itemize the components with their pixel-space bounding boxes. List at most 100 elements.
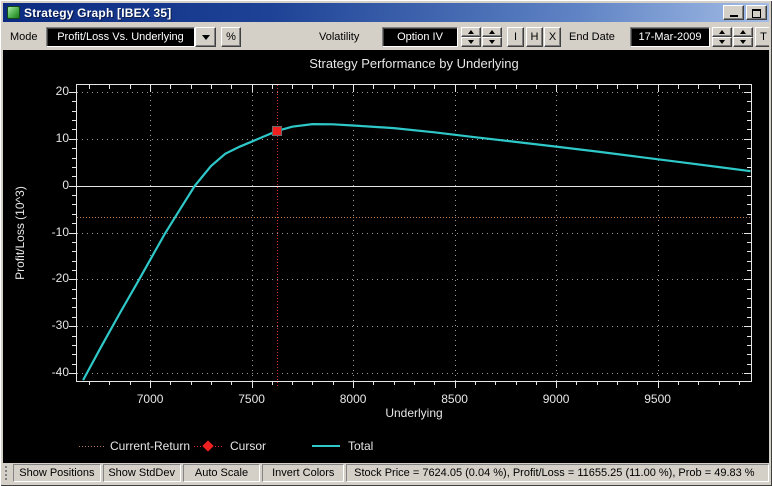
cursor-marker[interactable] <box>272 127 281 136</box>
spinner-up-button[interactable] <box>733 27 753 37</box>
spinner-down-button[interactable] <box>733 37 753 47</box>
y-tick <box>69 138 76 140</box>
arrow-down-icon <box>468 40 474 44</box>
x-tick <box>129 381 131 385</box>
x-tick <box>271 381 273 385</box>
t-button[interactable]: T <box>755 27 769 47</box>
legend: Current-Return Cursor Total <box>3 438 769 456</box>
y-tick-label: -30 <box>51 318 69 333</box>
legend-cursor-line <box>194 440 222 452</box>
y-axis-title: Profit/Loss (10^3) <box>13 186 27 280</box>
auto-scale-button[interactable]: Auto Scale <box>182 464 261 482</box>
spinner-up-button[interactable] <box>482 27 502 37</box>
arrow-down-icon <box>489 40 495 44</box>
arrow-up-icon <box>740 30 746 34</box>
x-tick <box>617 381 618 385</box>
x-tick <box>393 381 395 385</box>
x-tick-label: 7500 <box>238 392 265 406</box>
chart-title: Strategy Performance by Underlying <box>309 56 519 71</box>
titlebar[interactable]: Strategy Graph [IBEX 35] <box>3 3 769 22</box>
x-tick <box>718 381 720 385</box>
x-tick <box>515 381 517 385</box>
y-tick <box>69 326 76 328</box>
x-tick <box>556 381 558 388</box>
plot-area[interactable] <box>69 84 752 388</box>
end-date-spinner-2 <box>733 27 753 47</box>
end-date-field[interactable]: 17-Mar-2009 <box>630 27 710 47</box>
minimize-button[interactable] <box>723 5 744 20</box>
x-tick <box>677 381 679 385</box>
total-series-line <box>82 122 751 381</box>
chart-panel: Strategy Performance by Underlying Profi… <box>3 50 769 463</box>
y-tick <box>69 92 76 94</box>
show-positions-button[interactable]: Show Positions <box>12 464 101 482</box>
y-tick <box>72 363 76 365</box>
x-tick <box>210 381 212 385</box>
y-tick <box>72 307 76 309</box>
y-tick <box>72 110 76 112</box>
mode-dropdown-button[interactable] <box>195 27 216 47</box>
x-tick-label: 8500 <box>441 392 468 406</box>
y-tick <box>69 185 76 187</box>
show-stddev-button[interactable]: Show StdDev <box>102 464 181 482</box>
spinner-up-button[interactable] <box>712 27 732 37</box>
y-tick <box>72 241 76 243</box>
x-tick <box>89 381 91 385</box>
y-tick <box>72 288 76 290</box>
spinner-up-button[interactable] <box>461 27 481 37</box>
y-tick-label: -10 <box>51 224 69 239</box>
x-button[interactable]: X <box>544 27 561 47</box>
minimize-icon <box>729 15 738 17</box>
h-button[interactable]: H <box>526 27 543 47</box>
i-button[interactable]: I <box>507 27 524 47</box>
x-tick-label: 9500 <box>644 392 671 406</box>
x-tick <box>190 381 192 385</box>
arrow-up-icon <box>719 30 725 34</box>
arrow-up-icon <box>468 30 474 34</box>
y-tick-label: 10 <box>55 130 69 145</box>
x-tick <box>292 381 294 385</box>
x-tick <box>454 381 456 388</box>
y-tick <box>69 232 76 234</box>
volatility-label: Volatility <box>319 31 360 43</box>
y-tick <box>72 129 76 131</box>
x-tick <box>596 381 598 385</box>
maximize-button[interactable] <box>746 5 767 20</box>
legend-current-return-line <box>79 446 105 447</box>
y-tick <box>72 298 76 300</box>
y-tick <box>69 279 76 281</box>
x-tick <box>698 381 700 385</box>
x-tick <box>231 381 233 385</box>
y-tick <box>72 148 76 150</box>
volatility-spinner-2 <box>482 27 502 47</box>
status-bar: Show Positions Show StdDev Auto Scale In… <box>3 463 769 483</box>
strategy-graph-window: Strategy Graph [IBEX 35] Mode Profit/Los… <box>0 0 772 486</box>
x-tick <box>251 381 253 388</box>
x-tick <box>414 381 415 385</box>
spinner-down-button[interactable] <box>461 37 481 47</box>
y-tick <box>72 251 76 253</box>
mode-label: Mode <box>10 31 38 43</box>
legend-label-total: Total <box>348 439 374 453</box>
spinner-down-button[interactable] <box>712 37 732 47</box>
y-tick <box>72 260 76 262</box>
legend-label-current-return: Current-Return <box>110 439 191 453</box>
maximize-icon <box>752 9 761 18</box>
volatility-field[interactable]: Option IV <box>382 27 458 47</box>
invert-colors-button[interactable]: Invert Colors <box>262 464 345 482</box>
percent-button[interactable]: % <box>221 27 241 47</box>
x-tick <box>373 381 375 385</box>
x-tick <box>576 381 578 385</box>
y-tick <box>72 157 76 159</box>
x-tick-label: 7000 <box>136 392 164 406</box>
y-tick <box>72 195 76 197</box>
x-tick <box>657 381 659 388</box>
end-date-spinner-1 <box>712 27 732 47</box>
x-tick <box>474 381 476 385</box>
y-tick <box>69 373 76 375</box>
mode-select[interactable]: Profit/Loss Vs. Underlying <box>46 27 195 47</box>
y-tick <box>72 204 76 206</box>
spinner-down-button[interactable] <box>482 37 502 47</box>
arrow-down-icon <box>719 40 725 44</box>
legend-total-line <box>312 445 340 447</box>
